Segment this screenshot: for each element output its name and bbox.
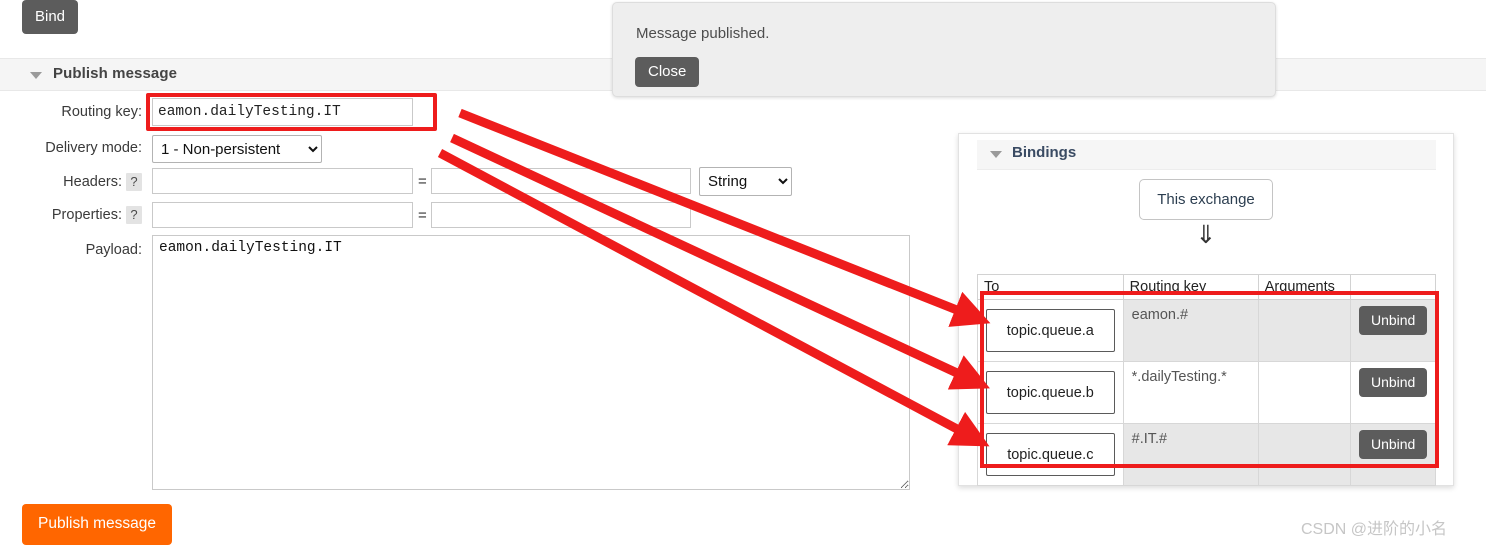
bindings-table: To Routing key Arguments topic.queue.a e… [977, 274, 1436, 486]
flow-down-arrow-icon: ⇓ [1195, 220, 1217, 249]
properties-help-icon[interactable]: ? [126, 206, 142, 224]
properties-label: Properties: [51, 207, 122, 223]
dialog-close-button[interactable]: Close [635, 57, 700, 87]
bind-button[interactable]: Bind [22, 0, 79, 34]
bindings-collapse-caret-icon[interactable] [990, 151, 1002, 158]
publish-message-button[interactable]: Publish message [22, 504, 173, 545]
table-row: topic.queue.b *.dailyTesting.* Unbind [977, 361, 1436, 424]
column-header-arguments: Arguments [1257, 274, 1352, 300]
bindings-section-header[interactable]: Bindings [977, 140, 1436, 170]
delivery-mode-label: Delivery mode: [45, 140, 142, 156]
app-root: Bind Publish message Routing key: Delive… [0, 0, 1486, 547]
binding-routing-key-cell: #.IT.# [1122, 423, 1259, 486]
payload-label: Payload: [85, 242, 142, 258]
queue-link[interactable]: topic.queue.b [986, 370, 1115, 415]
column-header-routing-key: Routing key [1122, 274, 1259, 300]
bindings-title: Bindings [1012, 144, 1077, 161]
dialog-message-text: Message published. [636, 25, 770, 42]
headers-type-select[interactable]: String [699, 167, 792, 196]
properties-value-input[interactable] [431, 202, 691, 228]
binding-arguments-cell [1257, 423, 1352, 486]
column-header-actions [1350, 274, 1436, 300]
binding-to-cell: topic.queue.b [977, 361, 1124, 424]
headers-key-input[interactable] [152, 168, 413, 194]
bindings-table-header-row: To Routing key Arguments [977, 274, 1436, 300]
properties-key-input[interactable] [152, 202, 413, 228]
csdn-watermark: CSDN @进阶的小名 [1301, 521, 1448, 538]
headers-label: Headers: [63, 174, 122, 190]
headers-help-icon[interactable]: ? [126, 173, 142, 191]
routing-key-input[interactable] [152, 98, 413, 126]
unbind-button[interactable]: Unbind [1358, 430, 1428, 459]
binding-routing-key-cell: *.dailyTesting.* [1122, 361, 1259, 424]
payload-textarea[interactable]: eamon.dailyTesting.IT [152, 235, 910, 490]
column-header-to: To [977, 274, 1124, 300]
routing-key-label: Routing key: [61, 104, 142, 120]
unbind-button[interactable]: Unbind [1358, 306, 1428, 335]
properties-equals-sign: = [418, 207, 427, 224]
table-row: topic.queue.c #.IT.# Unbind [977, 423, 1436, 486]
publish-message-title: Publish message [53, 65, 178, 82]
message-published-dialog: Message published. Close [612, 2, 1276, 97]
binding-action-cell: Unbind [1350, 299, 1436, 362]
headers-equals-sign: = [418, 173, 427, 190]
this-exchange-node[interactable]: This exchange [1139, 179, 1273, 220]
binding-action-cell: Unbind [1350, 423, 1436, 486]
table-row: topic.queue.a eamon.# Unbind [977, 299, 1436, 362]
binding-action-cell: Unbind [1350, 361, 1436, 424]
binding-to-cell: topic.queue.a [977, 299, 1124, 362]
binding-arguments-cell [1257, 299, 1352, 362]
delivery-mode-select[interactable]: 1 - Non-persistent [152, 135, 322, 163]
binding-arguments-cell [1257, 361, 1352, 424]
binding-routing-key-cell: eamon.# [1122, 299, 1259, 362]
queue-link[interactable]: topic.queue.c [986, 432, 1115, 477]
bindings-panel: Bindings This exchange ⇓ To Routing key … [958, 133, 1454, 486]
collapse-caret-icon[interactable] [30, 72, 42, 79]
queue-link[interactable]: topic.queue.a [986, 308, 1115, 353]
unbind-button[interactable]: Unbind [1358, 368, 1428, 397]
binding-to-cell: topic.queue.c [977, 423, 1124, 486]
headers-value-input[interactable] [431, 168, 691, 194]
